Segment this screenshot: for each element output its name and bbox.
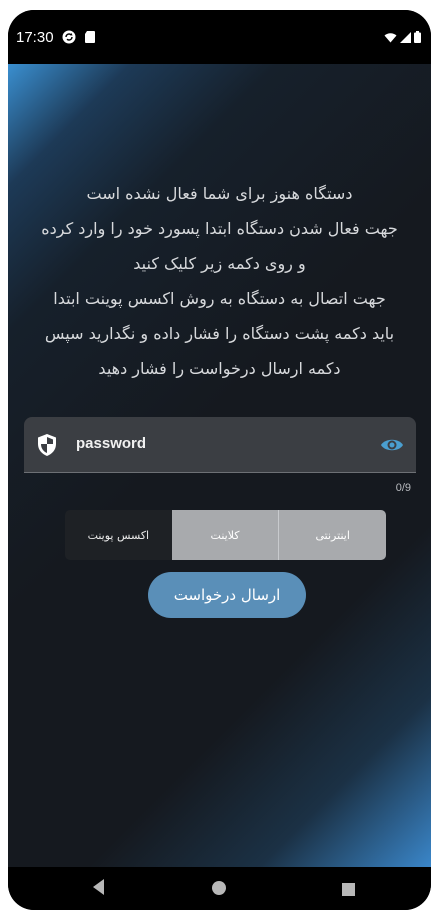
status-bar: 17:30	[8, 10, 431, 64]
mode-access-point[interactable]: اکسس پوینت	[65, 510, 172, 560]
mode-internet[interactable]: اینترنتی	[279, 510, 386, 560]
message-line: جهت اتصال به دستگاه به روش اکسس پوینت اب…	[53, 289, 386, 308]
home-icon[interactable]	[212, 880, 226, 899]
message-line: جهت فعال شدن دستگاه ابتدا پسورد خود را و…	[41, 219, 398, 238]
main-screen: دستگاه هنوز برای شما فعال نشده است جهت ف…	[8, 64, 431, 867]
mode-client[interactable]: کلاینت	[171, 510, 280, 560]
connection-mode-selector: اکسس پوینت کلاینت اینترنتی	[65, 510, 386, 560]
navigation-bar	[8, 867, 431, 910]
sd-card-icon	[84, 30, 98, 44]
phone-frame: 17:30 دستگاه هنوز برای شما فعال نشده است…	[8, 10, 431, 910]
password-input-value[interactable]: password	[76, 435, 146, 452]
status-left: 17:30	[16, 29, 98, 46]
wifi-icon	[384, 28, 397, 47]
character-counter: 0/9	[395, 482, 411, 494]
battery-icon	[414, 28, 421, 47]
message-line: دکمه ارسال درخواست را فشار دهید	[98, 359, 341, 378]
password-field[interactable]: password	[24, 417, 416, 473]
activation-message: دستگاه هنوز برای شما فعال نشده است جهت ف…	[8, 176, 431, 386]
shield-icon	[36, 433, 58, 457]
recents-icon[interactable]	[342, 881, 355, 900]
message-line: و روی دکمه زیر کلیک کنید	[133, 254, 306, 273]
back-icon[interactable]	[93, 879, 105, 899]
status-right	[384, 28, 421, 47]
send-request-button[interactable]: ارسال درخواست	[148, 572, 306, 618]
message-line: باید دکمه پشت دستگاه را فشار داده و نگدا…	[44, 324, 395, 343]
eye-icon[interactable]	[380, 434, 404, 456]
signal-icon	[400, 28, 411, 47]
message-line: دستگاه هنوز برای شما فعال نشده است	[86, 184, 353, 203]
sync-icon	[62, 30, 76, 44]
clock: 17:30	[16, 28, 54, 46]
